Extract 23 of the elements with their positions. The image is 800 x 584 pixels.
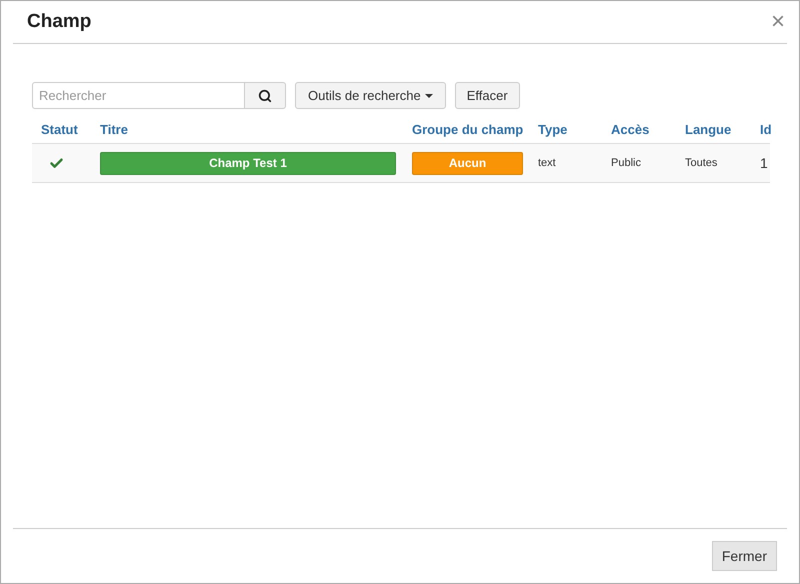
clear-button[interactable]: Effacer — [454, 82, 520, 109]
close-button[interactable]: × — [770, 10, 785, 34]
table-cell: Toutes — [685, 156, 718, 169]
search-tools-button[interactable]: Outils de recherche — [295, 82, 446, 109]
group-label: Aucun — [412, 152, 523, 174]
close-dialog-button[interactable]: Fermer — [712, 541, 777, 571]
table-cell: 1 — [760, 154, 768, 170]
column-header[interactable]: Id — [760, 122, 772, 136]
dialog-title: Champ — [27, 10, 92, 34]
search-field[interactable]: Rechercher — [32, 82, 245, 109]
column-header[interactable]: Accès — [611, 122, 650, 136]
search-icon — [258, 88, 272, 102]
table-cell: Public — [611, 156, 641, 169]
caret-icon — [424, 94, 433, 98]
search-button[interactable] — [245, 82, 286, 109]
column-header[interactable]: Groupe du champ — [412, 122, 524, 136]
column-header[interactable]: Titre — [100, 122, 128, 136]
title-link[interactable]: Champ Test 1 — [100, 152, 396, 174]
table-cell: text — [538, 156, 556, 169]
column-header[interactable]: Langue — [685, 122, 732, 136]
check-icon[interactable] — [49, 156, 64, 170]
column-header[interactable]: Type — [538, 122, 568, 136]
column-header[interactable]: Statut — [41, 122, 78, 136]
